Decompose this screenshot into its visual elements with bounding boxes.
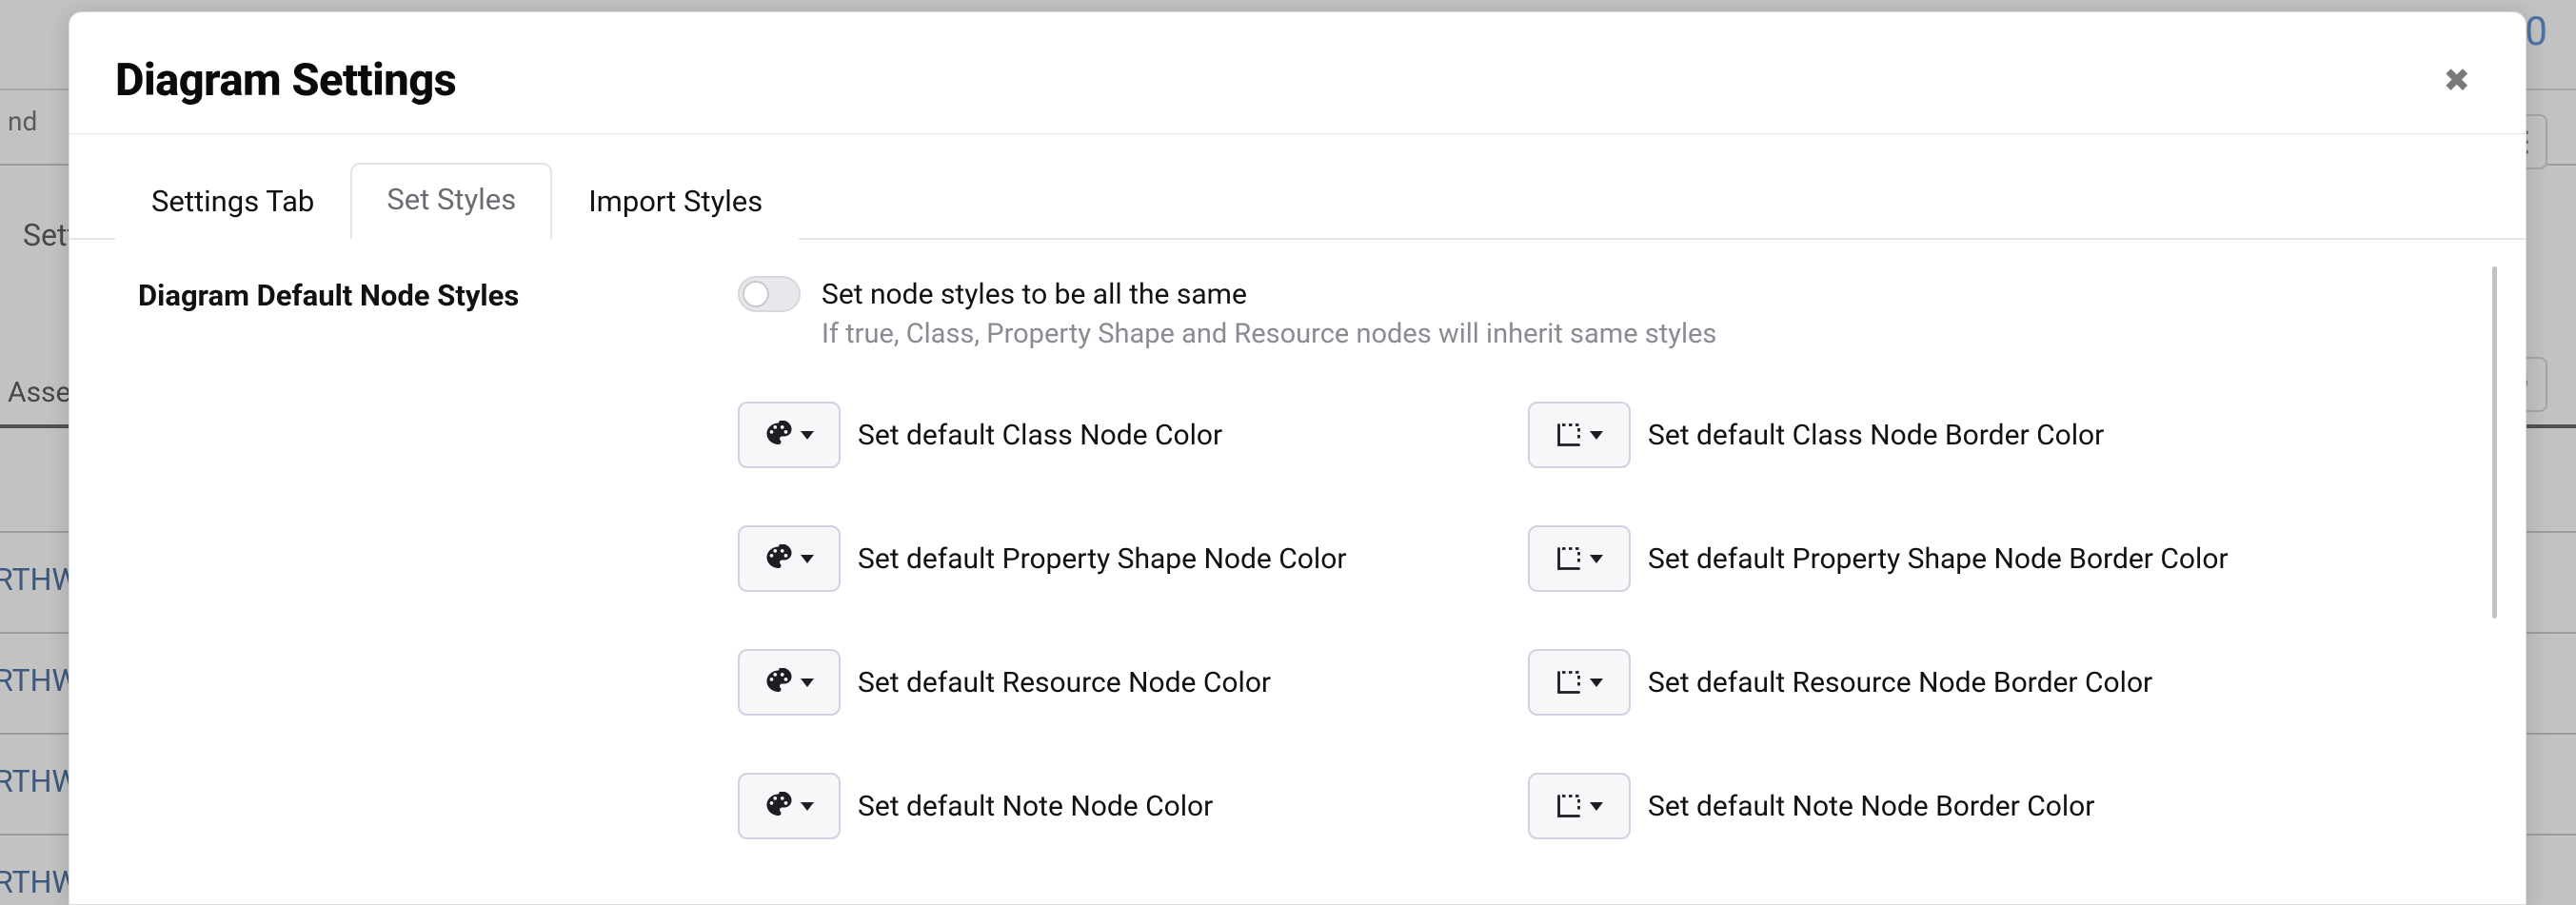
modal-body: Diagram Default Node Styles Set node sty… bbox=[69, 240, 2526, 904]
border-icon bbox=[1556, 545, 1582, 572]
chevron-down-icon bbox=[1590, 431, 1603, 440]
border-icon bbox=[1556, 669, 1582, 696]
chevron-down-icon bbox=[801, 802, 814, 811]
style-label: Set default Note Node Color bbox=[858, 790, 1213, 823]
style-label: Set default Class Node Border Color bbox=[1648, 419, 2104, 452]
section-label: Diagram Default Node Styles bbox=[138, 276, 738, 313]
palette-icon bbox=[764, 792, 793, 820]
bg-breadcrumb-fragment: nd bbox=[0, 92, 37, 149]
toggle-same-styles[interactable] bbox=[738, 276, 801, 312]
chevron-down-icon bbox=[801, 431, 814, 440]
style-label: Set default Resource Node Color bbox=[858, 666, 1271, 699]
style-item-note-color: Set default Note Node Color bbox=[738, 773, 1518, 839]
modal-close-button[interactable]: ✖ bbox=[2434, 58, 2481, 104]
border-picker-note[interactable] bbox=[1528, 773, 1631, 839]
chevron-down-icon bbox=[1590, 802, 1603, 811]
border-icon bbox=[1556, 793, 1582, 819]
style-item-prop-border: Set default Property Shape Node Border C… bbox=[1528, 525, 2308, 592]
style-grid: Set default Class Node Color Set default… bbox=[738, 402, 2480, 839]
border-picker-property-shape[interactable] bbox=[1528, 525, 1631, 592]
style-item-resource-color: Set default Resource Node Color bbox=[738, 649, 1518, 716]
border-icon bbox=[1556, 422, 1582, 448]
diagram-settings-modal: Diagram Settings ✖ Settings Tab Set Styl… bbox=[69, 11, 2526, 905]
tab-set-styles[interactable]: Set Styles bbox=[350, 163, 552, 240]
section-default-node-styles: Diagram Default Node Styles Set node sty… bbox=[138, 276, 2480, 350]
close-icon: ✖ bbox=[2444, 62, 2471, 100]
style-item-resource-border: Set default Resource Node Border Color bbox=[1528, 649, 2308, 716]
bg-refresh-count: 0 bbox=[2525, 9, 2547, 55]
scrollbar-thumb[interactable] bbox=[2492, 266, 2497, 619]
style-label: Set default Resource Node Border Color bbox=[1648, 666, 2152, 699]
modal-title: Diagram Settings bbox=[115, 54, 456, 107]
chevron-down-icon bbox=[801, 555, 814, 563]
toggle-same-styles-block: Set node styles to be all the same If tr… bbox=[738, 276, 2480, 350]
tab-settings[interactable]: Settings Tab bbox=[115, 165, 350, 240]
style-label: Set default Class Node Color bbox=[858, 419, 1222, 452]
bg-row-fragment: RTHW bbox=[0, 662, 79, 698]
chevron-down-icon bbox=[801, 679, 814, 687]
toggle-same-styles-help: If true, Class, Property Shape and Resou… bbox=[822, 318, 2480, 350]
color-picker-property-shape[interactable] bbox=[738, 525, 841, 592]
style-item-class-color: Set default Class Node Color bbox=[738, 402, 1518, 468]
style-item-prop-color: Set default Property Shape Node Color bbox=[738, 525, 1518, 592]
chevron-down-icon bbox=[1590, 679, 1603, 687]
toggle-knob bbox=[743, 281, 769, 307]
palette-icon bbox=[764, 421, 793, 449]
bg-row-fragment: RTHW bbox=[0, 864, 79, 900]
style-item-note-border: Set default Note Node Border Color bbox=[1528, 773, 2308, 839]
palette-icon bbox=[764, 544, 793, 573]
color-picker-class[interactable] bbox=[738, 402, 841, 468]
style-item-class-border: Set default Class Node Border Color bbox=[1528, 402, 2308, 468]
bg-row-fragment: RTHW bbox=[0, 763, 79, 799]
style-label: Set default Property Shape Node Border C… bbox=[1648, 542, 2229, 576]
toggle-same-styles-label: Set node styles to be all the same bbox=[822, 278, 1247, 311]
chevron-down-icon bbox=[1590, 555, 1603, 563]
style-label: Set default Note Node Border Color bbox=[1648, 790, 2094, 823]
palette-icon bbox=[764, 668, 793, 697]
color-picker-resource[interactable] bbox=[738, 649, 841, 716]
bg-row-fragment: RTHW bbox=[0, 561, 79, 598]
modal-tabs: Settings Tab Set Styles Import Styles bbox=[69, 134, 2526, 240]
style-label: Set default Property Shape Node Color bbox=[858, 542, 1347, 576]
border-picker-resource[interactable] bbox=[1528, 649, 1631, 716]
modal-header: Diagram Settings ✖ bbox=[69, 12, 2526, 133]
color-picker-note[interactable] bbox=[738, 773, 841, 839]
border-picker-class[interactable] bbox=[1528, 402, 1631, 468]
tab-import-styles[interactable]: Import Styles bbox=[552, 165, 799, 240]
bg-asset-fragment: Asse bbox=[8, 376, 70, 409]
